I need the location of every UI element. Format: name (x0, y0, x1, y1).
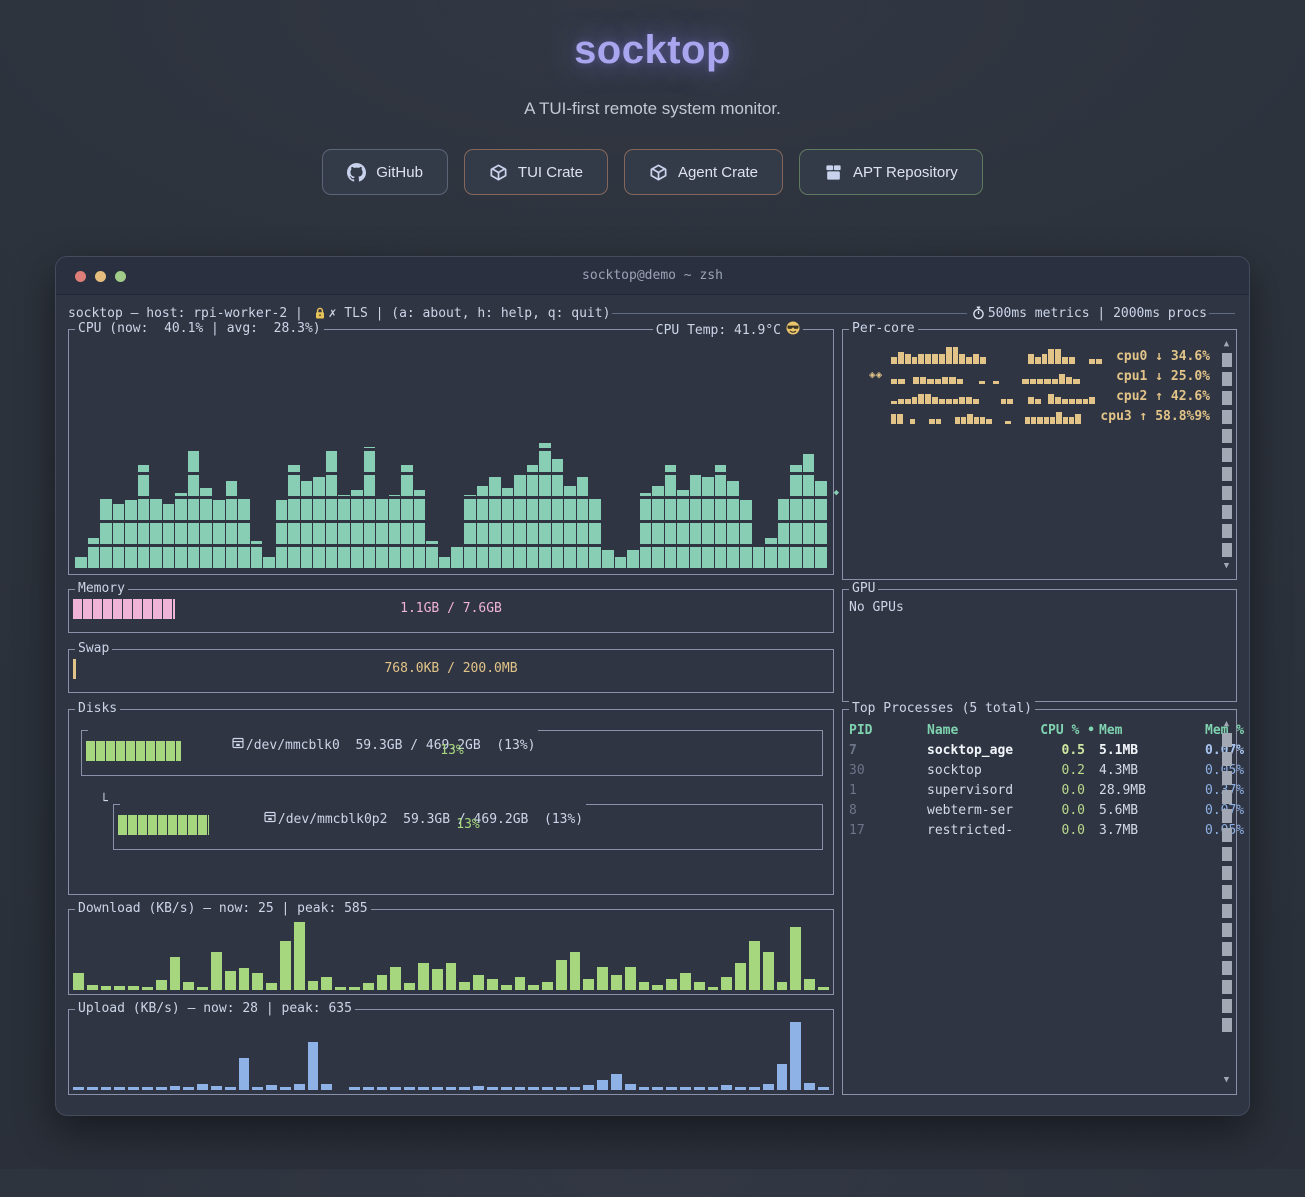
percore-scrollbar[interactable]: ▲ ▼ (1220, 338, 1233, 571)
scrollbar-thumb[interactable] (1222, 350, 1232, 560)
cpu-panel: CPU (now: 40.1% | avg: 28.3%) CPU Temp: … (68, 329, 834, 575)
process-row[interactable]: 7socktop_age0.55.1MB0.07% (849, 740, 1214, 760)
status-host-text: socktop — host: rpi-worker-2 | (68, 306, 311, 321)
disk-percent-label: 13% (118, 815, 818, 835)
header-name[interactable]: Name (927, 723, 1027, 738)
core-sparkline (891, 347, 1109, 364)
divider (1209, 313, 1235, 314)
percore-row: cpu0 ↓ 34.6% (869, 344, 1210, 364)
github-icon (347, 163, 366, 182)
download-panel-title: Download (KB/s) — now: 25 | peak: 585 (75, 901, 371, 917)
process-table: PID Name CPU % • Mem Mem % 7socktop_age0… (843, 710, 1236, 840)
gpu-panel-title: GPU (849, 581, 878, 597)
processes-panel: Top Processes (5 total) PID Name CPU % •… (842, 709, 1237, 1095)
percore-panel-title: Per-core (849, 321, 918, 337)
diamond-marker-icon: ◆ (834, 488, 839, 498)
disk-percent-label: 13% (86, 741, 818, 761)
memory-panel-title: Memory (75, 581, 128, 597)
core-label: cpu3 ↑ 58.8%9% (1098, 409, 1210, 424)
process-row[interactable]: 1supervisord0.028.9MB0.37% (849, 780, 1214, 800)
core-sparkline (891, 407, 1093, 424)
disk-gauge: 13% (118, 815, 818, 835)
core-sparkline (891, 387, 1109, 404)
upload-panel-title: Upload (KB/s) — now: 28 | peak: 635 (75, 1001, 355, 1017)
core-label: cpu1 ↓ 25.0% (1114, 369, 1210, 384)
percore-row: cpu2 ↑ 42.6% (869, 384, 1210, 404)
disks-panel-title: Disks (75, 701, 120, 717)
status-bar: socktop — host: rpi-worker-2 | ✗ TLS | (… (68, 303, 1237, 323)
percore-row: ◈◈ cpu1 ↓ 25.0% (869, 364, 1210, 384)
percore-panel: Per-core cpu0 ↓ 34.6%◈◈cpu1 ↓ 25.0%cpu2 … (842, 329, 1237, 580)
page-subtitle: A TUI-first remote system monitor. (0, 99, 1305, 119)
process-row[interactable]: 30socktop0.24.3MB0.05% (849, 760, 1214, 780)
cpu-temp-label: CPU Temp: 41.9°C (656, 323, 781, 338)
status-intervals-text: 500ms metrics | 2000ms procs (988, 306, 1207, 321)
github-button-label: GitHub (376, 164, 423, 181)
scroll-down-icon[interactable]: ▼ (1224, 560, 1229, 572)
core-label: cpu0 ↓ 34.6% (1114, 349, 1210, 364)
tree-connector: └ (100, 794, 108, 809)
scrollbar-thumb[interactable] (1222, 730, 1232, 1074)
crate-icon (649, 163, 668, 182)
page: socktop A TUI-first remote system monito… (0, 28, 1305, 1116)
gpu-message: No GPUs (843, 590, 1236, 625)
header-pid[interactable]: PID (849, 723, 927, 738)
process-row[interactable]: 8webterm-ser0.05.6MB0.07% (849, 800, 1214, 820)
apt-repository-button-label: APT Repository (853, 164, 958, 181)
agent-crate-button[interactable]: Agent Crate (624, 149, 783, 195)
disk-entry: /dev/mmcblk0 59.3GB / 469.2GB (13%) 13% (81, 730, 823, 776)
github-button[interactable]: GitHub (322, 149, 448, 195)
hero: socktop A TUI-first remote system monito… (0, 28, 1305, 195)
scroll-up-icon[interactable]: ▲ (1224, 338, 1229, 350)
terminal-titlebar: socktop@demo ~ zsh (56, 257, 1249, 295)
link-buttons: GitHub TUI Crate Agent Crate APT Reposit… (0, 149, 1305, 195)
scroll-up-icon[interactable]: ▲ (1224, 718, 1229, 730)
header-mem[interactable]: Mem (1099, 723, 1205, 738)
upload-panel: Upload (KB/s) — now: 28 | peak: 635 (68, 1009, 834, 1095)
percore-rows: cpu0 ↓ 34.6% ◈◈ cpu1 ↓ 25.0% cpu2 ↑ 42.6% cp… (843, 330, 1236, 424)
tui-crate-button[interactable]: TUI Crate (464, 149, 608, 195)
swap-gauge: 768.0KB / 200.0MB (73, 659, 829, 679)
agent-crate-button-label: Agent Crate (678, 164, 758, 181)
stopwatch-icon (972, 306, 985, 320)
memory-gauge: 1.1GB / 7.6GB (73, 599, 829, 619)
cool-face-icon (786, 321, 800, 339)
cpu-history-chart (75, 340, 827, 568)
divider (612, 313, 966, 314)
disk-entry: └ /dev/mmcblk0p2 59.3GB / 469.2GB (13%) … (113, 804, 823, 850)
package-icon (824, 163, 843, 182)
cpu-panel-title: CPU (now: 40.1% | avg: 28.3%) (75, 321, 324, 337)
processes-panel-title: Top Processes (5 total) (849, 701, 1035, 717)
core-label: cpu2 ↑ 42.6% (1114, 389, 1210, 404)
core-prefix-icon: ◈◈ (869, 368, 891, 381)
terminal-window: socktop@demo ~ zsh socktop — host: rpi-w… (55, 256, 1250, 1116)
scroll-down-icon[interactable]: ▼ (1224, 1074, 1229, 1086)
gpu-panel: GPU No GPUs (842, 589, 1237, 702)
core-sparkline (891, 367, 1109, 384)
download-panel: Download (KB/s) — now: 25 | peak: 585 (68, 909, 834, 995)
process-row[interactable]: 17restricted-0.03.7MB0.05% (849, 820, 1214, 840)
process-table-header: PID Name CPU % • Mem Mem % (849, 720, 1214, 740)
page-title: socktop (0, 28, 1305, 73)
process-rows: 7socktop_age0.55.1MB0.07%30socktop0.24.3… (849, 740, 1214, 840)
disk-gauge: 13% (86, 741, 818, 761)
swap-panel: Swap 768.0KB / 200.0MB (68, 649, 834, 693)
tui-crate-button-label: TUI Crate (518, 164, 583, 181)
memory-usage-label: 1.1GB / 7.6GB (73, 599, 829, 619)
terminal-title: socktop@demo ~ zsh (56, 257, 1249, 295)
swap-panel-title: Swap (75, 641, 112, 657)
disks-panel: Disks /dev/mmcblk0 59.3GB / 469.2GB (13%… (68, 709, 834, 895)
status-tls-text: ✗ TLS | (a: about, h: help, q: quit) (329, 306, 611, 321)
header-cpu[interactable]: CPU % • (1027, 723, 1099, 738)
swap-usage-label: 768.0KB / 200.0MB (73, 659, 829, 679)
terminal-body: socktop — host: rpi-worker-2 | ✗ TLS | (… (56, 295, 1249, 1115)
percore-row: cpu3 ↑ 58.8%9% (869, 404, 1210, 424)
lock-icon (314, 307, 326, 320)
upload-chart (73, 1022, 829, 1090)
apt-repository-button[interactable]: APT Repository (799, 149, 983, 195)
processes-scrollbar[interactable]: ▲ ▼ (1220, 718, 1233, 1086)
download-chart (73, 922, 829, 990)
memory-panel: Memory 1.1GB / 7.6GB (68, 589, 834, 633)
crate-icon (489, 163, 508, 182)
